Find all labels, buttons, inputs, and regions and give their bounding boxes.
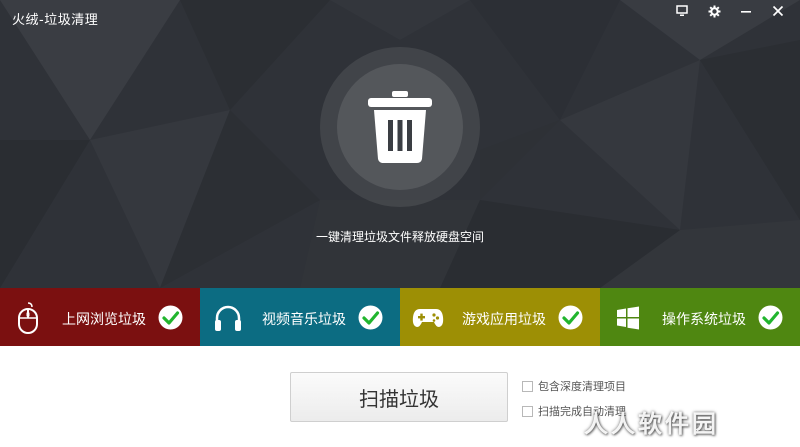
minimize-icon (741, 11, 751, 13)
category-system[interactable]: 操作系统垃圾 (600, 288, 800, 346)
watermark: 人人软件园 (584, 410, 719, 438)
auto-clean-checkbox[interactable] (522, 405, 533, 417)
check-icon (558, 305, 583, 330)
check-icon (158, 305, 183, 330)
clean-bin-button[interactable] (320, 47, 480, 207)
hero-slogan: 一键清理垃圾文件释放硬盘空间 (315, 230, 484, 244)
category-system-label: 操作系统垃圾 (662, 312, 746, 328)
deep-clean-option[interactable]: 包含深度清理项目 (522, 378, 626, 394)
category-games-label: 游戏应用垃圾 (462, 312, 546, 328)
gamepad-icon (412, 302, 444, 334)
bin-inner-circle (337, 64, 463, 190)
monitor-button[interactable] (670, 2, 694, 20)
mouse-icon (12, 302, 44, 334)
deep-clean-checkbox[interactable] (522, 380, 533, 392)
check-icon (758, 305, 783, 330)
category-media-label: 视频音乐垃圾 (262, 312, 346, 328)
window-controls (670, 2, 790, 20)
close-icon (772, 5, 784, 17)
headphones-icon (212, 302, 244, 334)
deep-clean-label: 包含深度清理项目 (538, 380, 626, 393)
hero-panel: 火绒-垃圾清理 一键清理垃圾文件释放硬盘空间 (0, 0, 800, 288)
category-games[interactable]: 游戏应用垃圾 (400, 288, 600, 346)
gear-icon (708, 5, 720, 17)
monitor-icon (676, 5, 688, 16)
close-button[interactable] (766, 2, 790, 20)
minimize-button[interactable] (734, 2, 758, 20)
category-bar: 上网浏览垃圾 视频音乐垃圾 游戏应用垃圾 操作系统垃圾 (0, 288, 800, 346)
windows-logo-icon (612, 302, 644, 334)
trash-bin-icon (368, 91, 432, 163)
category-media[interactable]: 视频音乐垃圾 (200, 288, 400, 346)
window-title: 火绒-垃圾清理 (12, 13, 99, 28)
settings-button[interactable] (702, 2, 726, 20)
category-browser-label: 上网浏览垃圾 (62, 312, 146, 328)
check-icon (358, 305, 383, 330)
category-browser[interactable]: 上网浏览垃圾 (0, 288, 200, 346)
scan-button[interactable]: 扫描垃圾 (290, 372, 508, 422)
